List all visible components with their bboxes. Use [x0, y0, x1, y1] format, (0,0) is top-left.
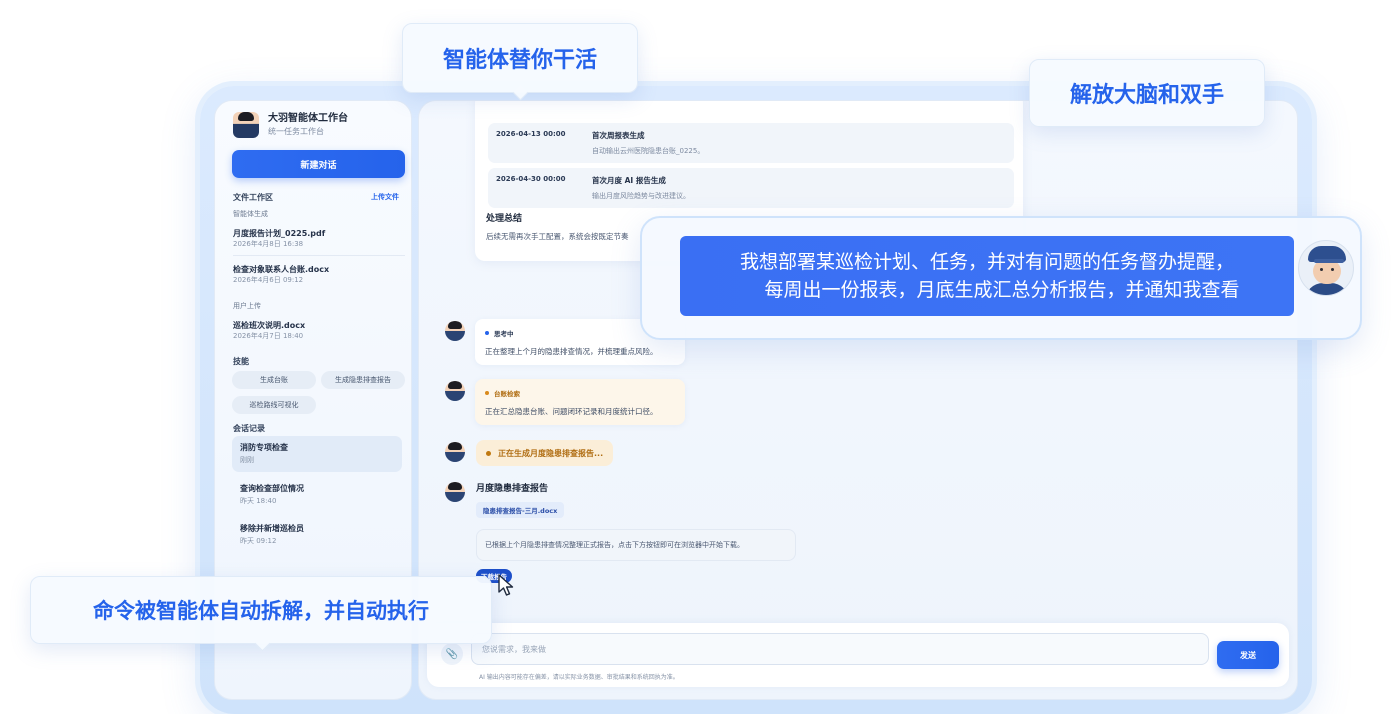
- user-message-line: 我想部署某巡检计划、任务，并对有问题的任务督办提醒，: [739, 251, 1234, 273]
- retrieval-tag: 台账检索: [485, 388, 520, 398]
- session-time: 昨天 09:12: [240, 537, 277, 545]
- retrieval-text: 正在汇总隐患台账、问题闭环记录和月度统计口径。: [485, 407, 658, 416]
- schedule-title: 首次周报表生成: [592, 131, 645, 140]
- generating-status: 正在生成月度隐患排查报告...: [476, 440, 614, 466]
- summary-title: 处理总结: [486, 214, 523, 224]
- session-time: 刚刚: [240, 456, 254, 464]
- file-date: 2026年4月7日 18:40: [233, 332, 304, 340]
- schedule-date: 2026-04-13 00:00: [496, 130, 566, 138]
- summary-text: 后续无需再次手工配置，系统会按既定节奏: [486, 232, 629, 241]
- session-time: 昨天 18:40: [240, 497, 277, 505]
- file-item[interactable]: 月度报告计划_0225.pdf 2026年4月8日 16:38: [233, 228, 405, 250]
- agent-avatar: [445, 442, 465, 462]
- callout-free-hands: 解放大脑和双手: [1029, 59, 1265, 127]
- user-request-panel: 我想部署某巡检计划、任务，并对有问题的任务督办提醒， 每周出一份报表，月底生成汇…: [640, 216, 1362, 340]
- upload-file-link[interactable]: 上传文件: [371, 192, 399, 202]
- brand-title: 大羽智能体工作台: [268, 113, 348, 124]
- session-title: 查询检查部位情况: [240, 484, 304, 493]
- avatar-eye: [1320, 268, 1323, 271]
- status-dot: [485, 331, 489, 335]
- chat-panel: 2026-04-13 00:00 首次周报表生成 自动输出云州医院隐患台账_02…: [418, 100, 1298, 700]
- thinking-tag: 思考中: [485, 328, 514, 338]
- files-section-heading: 文件工作区: [233, 193, 273, 202]
- schedule-row: 2026-04-13 00:00 首次周报表生成 自动输出云州医院隐患台账_02…: [488, 123, 1014, 163]
- attach-icon[interactable]: 📎: [441, 643, 463, 665]
- status-dot: [485, 391, 489, 395]
- mouse-cursor-icon: [498, 574, 514, 596]
- schedule-row: 2026-04-30 00:00 首次月度 AI 报告生成 输出月度风险趋势与改…: [488, 168, 1014, 208]
- file-name: 月度报告计划_0225.pdf: [233, 229, 326, 238]
- new-chat-button[interactable]: 新建对话: [232, 150, 405, 178]
- user-message-line: 每周出一份报表，月底生成汇总分析报告，并通知我查看: [764, 279, 1240, 301]
- callout-agent-works: 智能体替你干活: [402, 23, 638, 93]
- sessions-heading: 会话记录: [233, 424, 265, 433]
- avatar-body: [1305, 283, 1349, 295]
- agent-avatar: [233, 112, 259, 138]
- schedule-desc: 自动输出云州医院隐患台账_0225。: [592, 147, 705, 155]
- thinking-text: 正在整理上个月的隐患排查情况，并梳理重点风险。: [485, 347, 658, 356]
- schedule-title: 首次月度 AI 报告生成: [592, 176, 666, 185]
- skill-chip[interactable]: 生成隐患排查报告: [321, 371, 405, 389]
- disclaimer-text: AI 输出内容可能存在偏差，请以实际业务数据、审批结果和系统回执为准。: [479, 674, 679, 681]
- report-file-chip[interactable]: 隐患排查报告-三月.docx: [476, 502, 565, 518]
- file-item[interactable]: 检查对象联系人台账.docx 2026年4月6日 09:12: [233, 264, 405, 286]
- brand: 大羽智能体工作台 统一任务工作台: [233, 112, 348, 138]
- user-avatar: [1298, 240, 1354, 296]
- file-name: 检查对象联系人台账.docx: [233, 265, 330, 274]
- session-title: 消防专项检查: [240, 443, 288, 452]
- send-button[interactable]: 发送: [1217, 641, 1279, 669]
- schedule-date: 2026-04-30 00:00: [496, 175, 566, 183]
- avatar-eye: [1331, 268, 1334, 271]
- file-item[interactable]: 巡检班次说明.docx 2026年4月7日 18:40: [233, 320, 405, 342]
- brand-subtitle: 统一任务工作台: [268, 127, 324, 136]
- session-item-active[interactable]: 消防专项检查 刚刚: [232, 436, 402, 472]
- agent-avatar: [445, 482, 465, 502]
- callout-auto-decompose: 命令被智能体自动拆解，并自动执行: [30, 576, 492, 644]
- user-message-bubble: 我想部署某巡检计划、任务，并对有问题的任务督办提醒， 每周出一份报表，月底生成汇…: [680, 236, 1294, 316]
- uploaded-files-heading: 用户上传: [233, 302, 261, 310]
- report-title: 月度隐患排查报告: [476, 484, 549, 494]
- skills-heading: 技能: [233, 357, 249, 366]
- skill-chip[interactable]: 巡检路线可视化: [232, 396, 316, 414]
- prompt-input[interactable]: [471, 633, 1209, 665]
- schedule-desc: 输出月度风险趋势与改进建议。: [592, 192, 690, 200]
- session-item[interactable]: 查询检查部位情况 昨天 18:40: [232, 477, 402, 513]
- skill-chip[interactable]: 生成台账: [232, 371, 316, 389]
- composer: 📎 发送 AI 输出内容可能存在偏差，请以实际业务数据、审批结果和系统回执为准。: [427, 623, 1289, 687]
- file-date: 2026年4月8日 16:38: [233, 240, 304, 248]
- file-name: 巡检班次说明.docx: [233, 321, 306, 330]
- agent-avatar: [445, 381, 465, 401]
- retrieval-step-card: 台账检索 正在汇总隐患台账、问题闭环记录和月度统计口径。: [475, 379, 685, 425]
- avatar-face: [1313, 260, 1341, 284]
- status-dot: [486, 450, 491, 456]
- file-date: 2026年4月6日 09:12: [233, 276, 304, 284]
- divider: [233, 255, 405, 256]
- generated-files-heading: 智能体生成: [233, 210, 268, 218]
- session-title: 移除并新增巡检员: [240, 524, 304, 533]
- agent-avatar: [445, 321, 465, 341]
- session-item[interactable]: 移除并新增巡检员 昨天 09:12: [232, 517, 402, 553]
- avatar-cap: [1308, 246, 1346, 263]
- report-message: 已根据上个月隐患排查情况整理正式报告，点击下方按钮即可在浏览器中开始下载。: [476, 529, 796, 561]
